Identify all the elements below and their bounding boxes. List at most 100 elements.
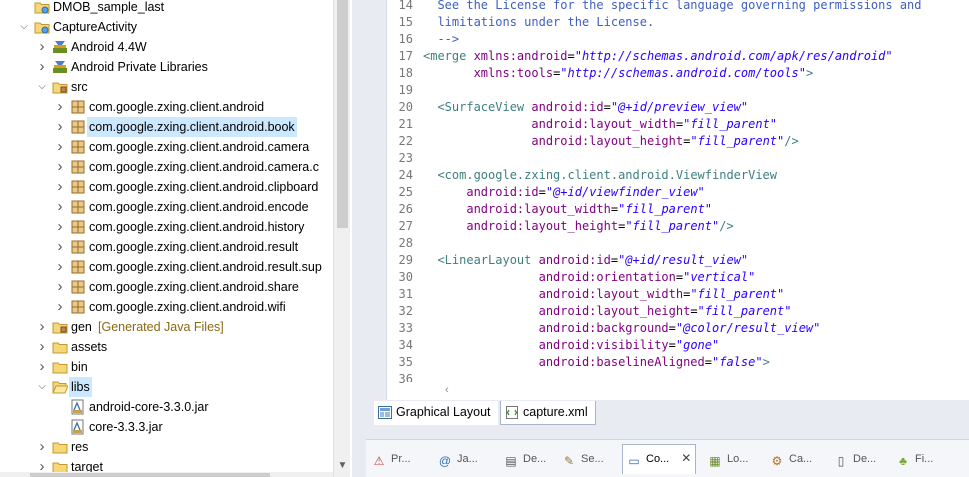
- code-text: <LinearLayout android:id="@+id/result_vi…: [423, 252, 748, 269]
- tree-item[interactable]: › com.google.zxing.client.android.encode: [0, 197, 333, 217]
- collapsed-chevron-icon[interactable]: ›: [54, 197, 66, 217]
- code-text: android:layout_width="fill_parent": [423, 116, 777, 133]
- explorer-horizontal-scrollbar[interactable]: [0, 472, 333, 477]
- collapsed-chevron-icon[interactable]: ›: [36, 357, 48, 377]
- tree-item[interactable]: › com.google.zxing.client.android.history: [0, 217, 333, 237]
- collapsed-chevron-icon[interactable]: ›: [54, 117, 66, 137]
- tree-item[interactable]: › Android 4.4W: [0, 37, 333, 57]
- collapsed-chevron-icon[interactable]: ›: [54, 297, 66, 317]
- code-text: android:baselineAligned="false">: [423, 354, 770, 371]
- collapsed-chevron-icon[interactable]: ›: [54, 137, 66, 157]
- code-token: limitations under the License.: [423, 15, 655, 29]
- collapsed-chevron-icon[interactable]: ›: [54, 217, 66, 237]
- collapsed-chevron-icon[interactable]: ›: [36, 337, 48, 357]
- view-tab[interactable]: ▦ Lo...: [708, 449, 748, 469]
- tab-capture-xml[interactable]: capture.xml: [500, 401, 596, 425]
- problems-icon: ⚠: [373, 454, 385, 468]
- collapsed-chevron-icon[interactable]: ›: [36, 437, 48, 457]
- view-divider[interactable]: [352, 0, 366, 477]
- tree-item-label: assets: [71, 340, 108, 354]
- line-number: 15: [398, 15, 413, 29]
- tab-label: capture.xml: [523, 405, 588, 419]
- scroll-down-icon[interactable]: ▼: [334, 460, 351, 471]
- tree-item[interactable]: › com.google.zxing.client.android.result: [0, 237, 333, 257]
- tree-item[interactable]: › bin: [0, 357, 333, 377]
- view-tab[interactable]: ✎ Se...: [562, 449, 604, 469]
- view-tab-label: De...: [523, 453, 547, 465]
- tab-graphical-layout[interactable]: Graphical Layout: [374, 401, 498, 425]
- view-tab[interactable]: ▤ De...: [504, 449, 546, 469]
- tree-item[interactable]: › gen [Generated Java Files]: [0, 317, 333, 337]
- view-tab[interactable]: ⚠ Pr...: [372, 449, 411, 469]
- view-tab[interactable]: ♣ Fi...: [896, 449, 933, 469]
- view-tab[interactable]: @ Ja...: [438, 449, 478, 469]
- code-token: />: [719, 219, 734, 233]
- tree-item[interactable]: › com.google.zxing.client.android.camera.…: [0, 157, 333, 177]
- tree-item[interactable]: › com.google.zxing.client.android.clipboa…: [0, 177, 333, 197]
- project-icon: [34, 19, 50, 35]
- tree-item-decoration: [Generated Java Files]: [98, 320, 224, 334]
- tree-item[interactable]: › assets: [0, 337, 333, 357]
- tree-item-label: com.google.zxing.client.android: [89, 100, 265, 114]
- line-number: 31: [398, 287, 413, 301]
- expanded-chevron-icon[interactable]: ⌵: [18, 17, 30, 37]
- tab-label: Graphical Layout: [396, 405, 491, 419]
- xml-file-icon: [506, 406, 518, 419]
- tree-item[interactable]: › com.google.zxing.client.android: [0, 97, 333, 117]
- code-text: xmlns:tools="http://schemas.android.com/…: [423, 65, 814, 82]
- tree-item[interactable]: ⌵ libs: [0, 377, 333, 397]
- folder-icon: [52, 439, 68, 455]
- scroll-left-icon[interactable]: ‹: [445, 384, 449, 396]
- code-token: "@+id/viewfinder_view": [545, 185, 705, 199]
- tree-item[interactable]: › com.google.zxing.client.android.result.…: [0, 257, 333, 277]
- view-tab[interactable]: ⚙ Ca...: [770, 449, 813, 469]
- view-tab[interactable]: ▭ Co... ✕: [622, 444, 697, 474]
- javadoc-icon: @: [438, 454, 452, 468]
- tree-item[interactable]: › res: [0, 437, 333, 457]
- tree-item[interactable]: DMOB_sample_last: [0, 0, 333, 17]
- tree-item[interactable]: ⌵ src: [0, 77, 333, 97]
- package-icon: [70, 279, 86, 295]
- close-icon[interactable]: ✕: [681, 451, 691, 465]
- package-icon: [70, 139, 86, 155]
- collapsed-chevron-icon[interactable]: ›: [36, 57, 48, 77]
- tree-item-label: com.google.zxing.client.android.result: [89, 240, 299, 254]
- collapsed-chevron-icon[interactable]: ›: [36, 317, 48, 337]
- line-number: 34: [398, 338, 413, 352]
- scrollbar-thumb[interactable]: [337, 0, 348, 228]
- tree-item[interactable]: › com.google.zxing.client.android.camera: [0, 137, 333, 157]
- collapsed-chevron-icon[interactable]: ›: [54, 157, 66, 177]
- tree-item[interactable]: android-core-3.3.0.jar: [0, 397, 333, 417]
- tree-item-label: com.google.zxing.client.android.book: [87, 117, 297, 137]
- collapsed-chevron-icon[interactable]: ›: [54, 237, 66, 257]
- code-area[interactable]: 14 See the License for the specific lang…: [386, 0, 969, 400]
- code-token: =: [668, 338, 676, 352]
- folder-icon: [52, 359, 68, 375]
- collapsed-chevron-icon[interactable]: ›: [54, 177, 66, 197]
- tree-item[interactable]: › Android Private Libraries: [0, 57, 333, 77]
- view-tab[interactable]: ▯ De...: [834, 449, 877, 469]
- tree-item[interactable]: › com.google.zxing.client.android.book: [0, 117, 333, 137]
- tree-item[interactable]: core-3.3.3.jar: [0, 417, 333, 437]
- editor-horizontal-scrollbar[interactable]: ‹: [407, 382, 969, 400]
- tree-item-label: com.google.zxing.client.android.history: [89, 220, 305, 234]
- tree-item[interactable]: ⌵ CaptureActivity: [0, 17, 333, 37]
- expanded-chevron-icon[interactable]: ⌵: [36, 77, 48, 97]
- explorer-vertical-scrollbar[interactable]: ▼: [333, 0, 350, 477]
- package-icon: [70, 199, 86, 215]
- code-token: <LinearLayout: [437, 253, 539, 267]
- tree-item[interactable]: › com.google.zxing.client.android.share: [0, 277, 333, 297]
- collapsed-chevron-icon[interactable]: ›: [54, 277, 66, 297]
- collapsed-chevron-icon[interactable]: ›: [54, 257, 66, 277]
- code-text: android:layout_width="fill_parent": [423, 201, 712, 218]
- scrollbar-thumb[interactable]: [30, 473, 270, 477]
- collapsed-chevron-icon[interactable]: ›: [36, 37, 48, 57]
- expanded-chevron-icon[interactable]: ⌵: [36, 377, 48, 397]
- tree-item[interactable]: › com.google.zxing.client.android.wifi: [0, 297, 333, 317]
- collapsed-chevron-icon[interactable]: ›: [54, 97, 66, 117]
- code-token: "fill_parent": [690, 134, 785, 148]
